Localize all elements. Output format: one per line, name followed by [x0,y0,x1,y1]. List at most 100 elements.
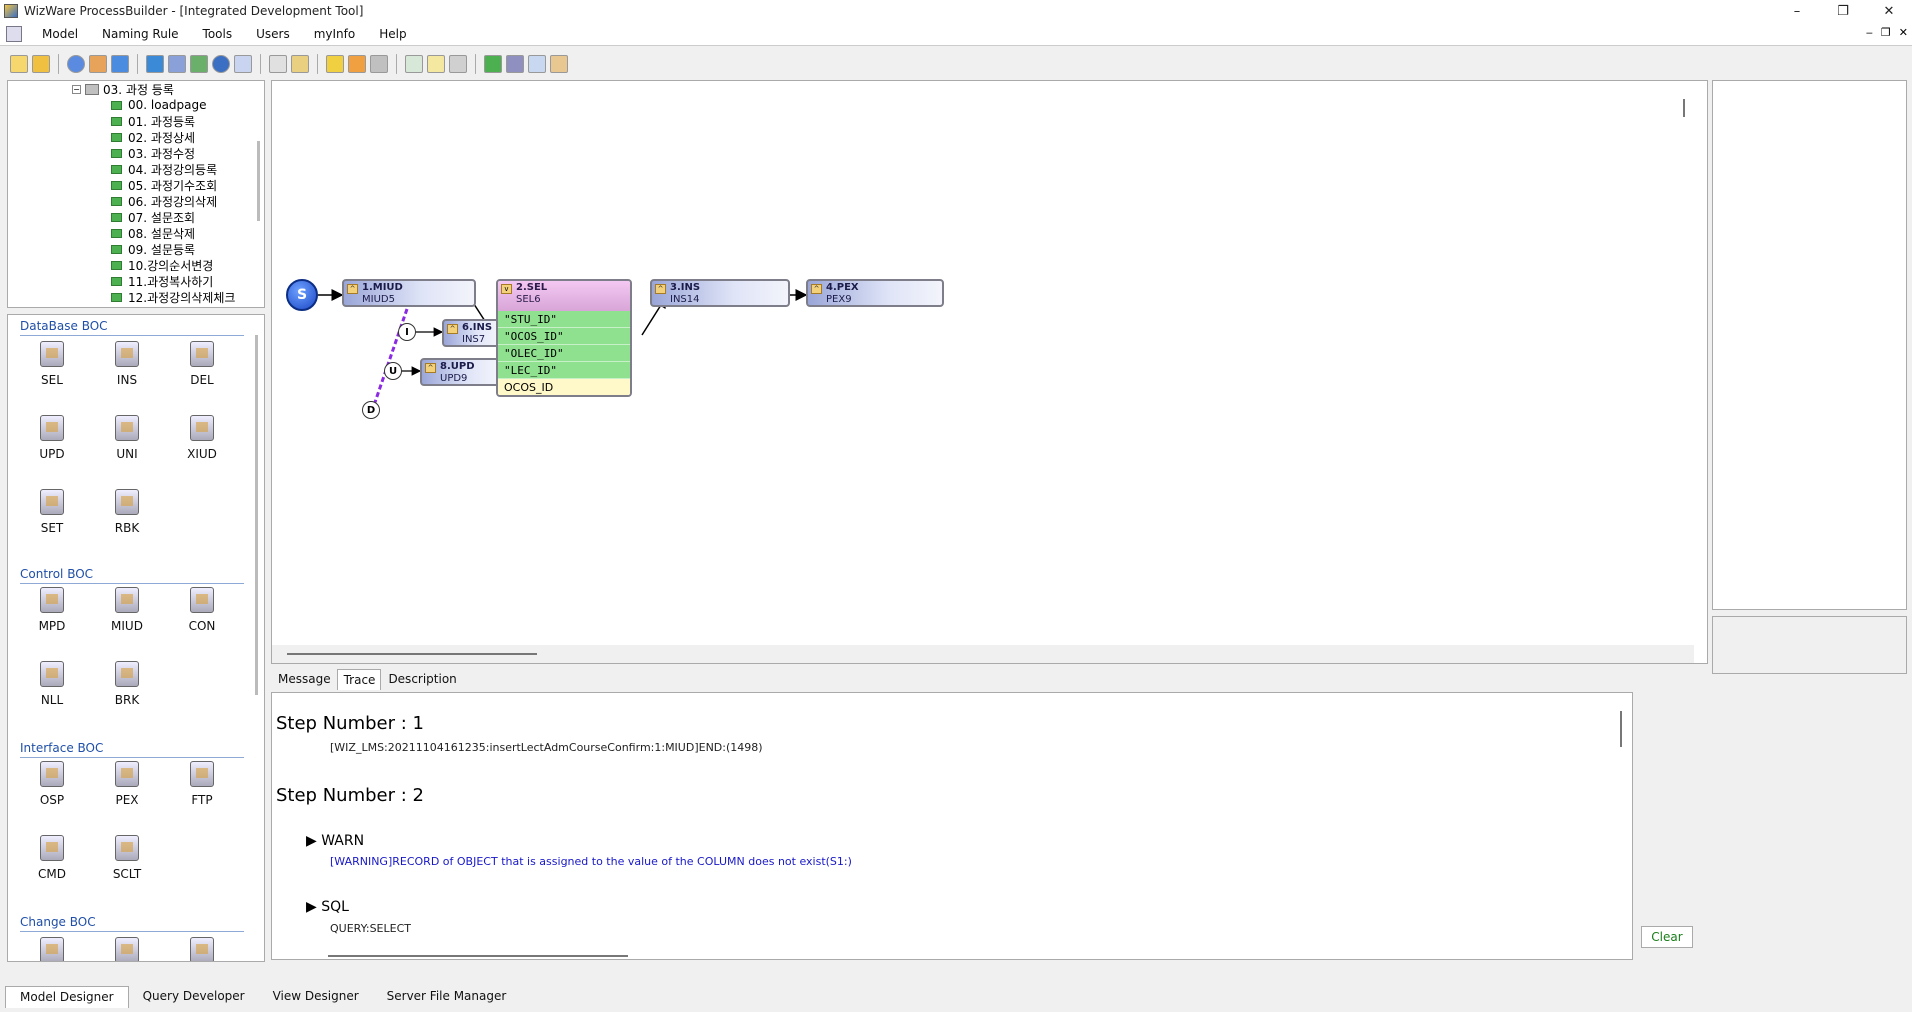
canvas-vertical-scrollbar[interactable] [1683,99,1685,117]
trace-horizontal-scrollbar[interactable] [328,955,628,957]
boc-change-1[interactable] [28,937,76,961]
layout-icon[interactable] [449,55,467,73]
restore-button[interactable]: ❐ [1820,0,1866,22]
start-node[interactable]: S [286,279,318,311]
boc-sel[interactable]: SEL [28,341,76,407]
palette-scrollbar[interactable] [255,335,258,695]
clear-filter-icon[interactable] [348,55,366,73]
node-pex[interactable]: ^ 4.PEX PEX9 [806,279,944,307]
window-icon[interactable] [550,55,568,73]
boc-upd[interactable]: UPD [28,415,76,481]
node-toggle-icon[interactable]: ^ [655,284,666,294]
canvas-horizontal-scrollbar[interactable] [287,653,537,655]
trace-output[interactable]: Step Number : 1 [WIZ_LMS:20211104161235:… [271,692,1633,960]
menu-tools[interactable]: Tools [191,27,245,41]
node-toggle-icon[interactable]: ^ [425,363,436,373]
tree-item[interactable]: 01. 과정등록 [111,113,195,129]
branch-update[interactable]: U [384,362,402,380]
boc-con[interactable]: CON [178,587,226,653]
branch-delete[interactable]: D [362,401,380,419]
menu-myinfo[interactable]: myInfo [302,27,368,41]
boc-ftp[interactable]: FTP [178,761,226,827]
node-upd[interactable]: ^ 8.UPD UPD9 [420,358,500,386]
boc-change-3[interactable] [178,937,226,961]
boc-cmd[interactable]: CMD [28,835,76,901]
tab-description[interactable]: Description [381,668,462,690]
document-icon[interactable] [6,25,22,42]
boc-set[interactable]: SET [28,489,76,555]
boc-del[interactable]: DEL [178,341,226,407]
grid-icon[interactable] [405,55,423,73]
boc-brk[interactable]: BRK [103,661,151,727]
edit-icon[interactable] [506,55,524,73]
boc-change-2[interactable] [103,937,151,961]
tree-item[interactable]: 03. 과정수정 [111,145,195,161]
node-toggle-icon[interactable]: v [501,284,512,294]
help-icon[interactable] [67,55,85,73]
tree-item[interactable]: 11.과정복사하기 [111,273,213,289]
save-all-icon[interactable] [32,55,50,73]
node-toggle-icon[interactable]: ^ [347,284,358,294]
menu-help[interactable]: Help [367,27,418,41]
boc-sclt[interactable]: SCLT [103,835,151,901]
node-sel[interactable]: v 2.SEL SEL6 "STU_ID" "OCOS_ID" "OLEC_ID… [496,279,632,397]
column-row[interactable]: "OCOS_ID" [498,328,630,345]
undo-icon[interactable] [89,55,107,73]
column-row[interactable]: OCOS_ID [498,379,630,395]
clear-button[interactable]: Clear [1641,926,1693,948]
redo-icon[interactable] [111,55,129,73]
column-row[interactable]: "STU_ID" [498,311,630,328]
boc-xiud[interactable]: XIUD [178,415,226,481]
tree-item[interactable]: 04. 과정강의등록 [111,161,217,177]
note-icon[interactable] [427,55,445,73]
view-icon[interactable] [528,55,546,73]
tab-message[interactable]: Message [271,668,337,690]
copy-icon[interactable] [234,55,252,73]
tree-item[interactable]: 10.강의순서변경 [111,257,213,273]
boc-pex[interactable]: PEX [103,761,151,827]
menu-model[interactable]: Model [30,27,90,41]
export-icon[interactable] [484,55,502,73]
node-toggle-icon[interactable]: ^ [811,284,822,294]
tree-item[interactable]: 06. 과정강의삭제 [111,193,217,209]
node-ins[interactable]: ^ 3.INS INS14 [650,279,790,307]
branch-insert[interactable]: I [398,323,416,341]
import-icon[interactable] [168,55,186,73]
filter-icon[interactable] [326,55,344,73]
process-canvas[interactable]: S ^ 1.MIUD MIUD5 ^ 6.INS INS7 ^ 8.UPD UP… [271,80,1708,664]
mdi-restore-button[interactable]: ❐ [1881,26,1891,39]
tab-view-designer[interactable]: View Designer [259,986,373,1008]
refresh-icon[interactable] [212,55,230,73]
node-ins7[interactable]: ^ 6.INS INS7 [442,319,500,347]
node-miud[interactable]: ^ 1.MIUD MIUD5 [342,279,476,307]
close-button[interactable]: ✕ [1866,0,1912,22]
boc-ins[interactable]: INS [103,341,151,407]
menu-naming-rule[interactable]: Naming Rule [90,27,191,41]
boc-osp[interactable]: OSP [28,761,76,827]
tab-trace[interactable]: Trace [336,669,382,690]
mdi-minimize-button[interactable]: ‒ [1866,26,1873,39]
run-icon[interactable] [190,55,208,73]
boc-miud[interactable]: MIUD [103,587,151,653]
minimize-button[interactable]: – [1774,0,1820,22]
tree-node-parent[interactable]: − 03. 과정 등록 [72,81,174,97]
node-toggle-icon[interactable]: ^ [447,324,458,334]
tree-scrollbar[interactable] [257,141,260,221]
tab-server-file-manager[interactable]: Server File Manager [373,986,521,1008]
tab-model-designer[interactable]: Model Designer [5,986,129,1008]
duplicate-icon[interactable] [269,55,287,73]
trace-vertical-scrollbar[interactable] [1620,711,1622,747]
column-row[interactable]: "OLEC_ID" [498,345,630,362]
boc-mpd[interactable]: MPD [28,587,76,653]
tree-item[interactable]: 12.과정강의삭제체크 [111,289,235,305]
tree-item[interactable]: 07. 설문조회 [111,209,195,225]
boc-rbk[interactable]: RBK [103,489,151,555]
boc-nll[interactable]: NLL [28,661,76,727]
tree-item[interactable]: 02. 과정상세 [111,129,195,145]
menu-users[interactable]: Users [244,27,302,41]
boc-uni[interactable]: UNI [103,415,151,481]
tree-item[interactable]: 05. 과정기수조회 [111,177,217,193]
forward-icon[interactable] [146,55,164,73]
tree-item[interactable]: 09. 설문등록 [111,241,195,257]
save-icon[interactable] [10,55,28,73]
